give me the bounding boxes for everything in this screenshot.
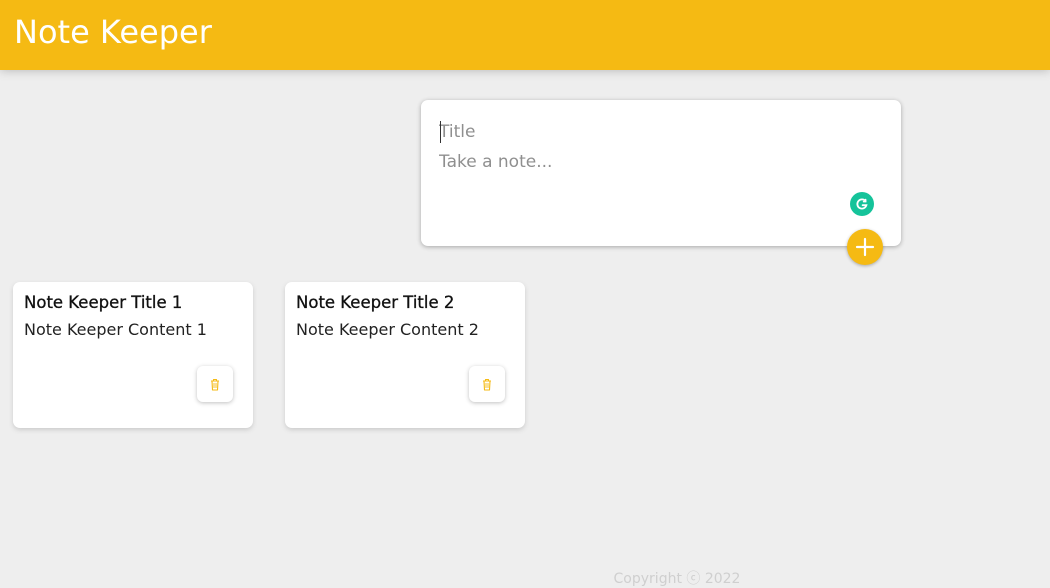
app-footer: Copyright ⓒ 2022: [0, 568, 1050, 588]
copyright-text: Copyright ⓒ 2022: [613, 571, 741, 587]
note-content: Note Keeper Content 2: [296, 320, 479, 339]
app-header: Note Keeper: [0, 0, 1050, 70]
add-note-button[interactable]: [847, 229, 883, 265]
note-content-input[interactable]: [439, 152, 859, 212]
delete-note-button[interactable]: [469, 366, 505, 402]
note-title-input[interactable]: [439, 120, 859, 144]
create-note-form: [421, 100, 901, 246]
app-title: Note Keeper: [14, 13, 212, 51]
grammarly-icon[interactable]: [850, 192, 874, 216]
text-caret: [440, 121, 441, 143]
note-title: Note Keeper Title 2: [296, 293, 455, 312]
plus-icon: [855, 237, 875, 257]
delete-note-button[interactable]: [197, 366, 233, 402]
trash-icon: [483, 378, 491, 391]
note-title: Note Keeper Title 1: [24, 293, 183, 312]
trash-icon: [211, 378, 219, 391]
note-card: Note Keeper Title 1 Note Keeper Content …: [13, 282, 253, 428]
note-content: Note Keeper Content 1: [24, 320, 207, 339]
note-card: Note Keeper Title 2 Note Keeper Content …: [285, 282, 525, 428]
